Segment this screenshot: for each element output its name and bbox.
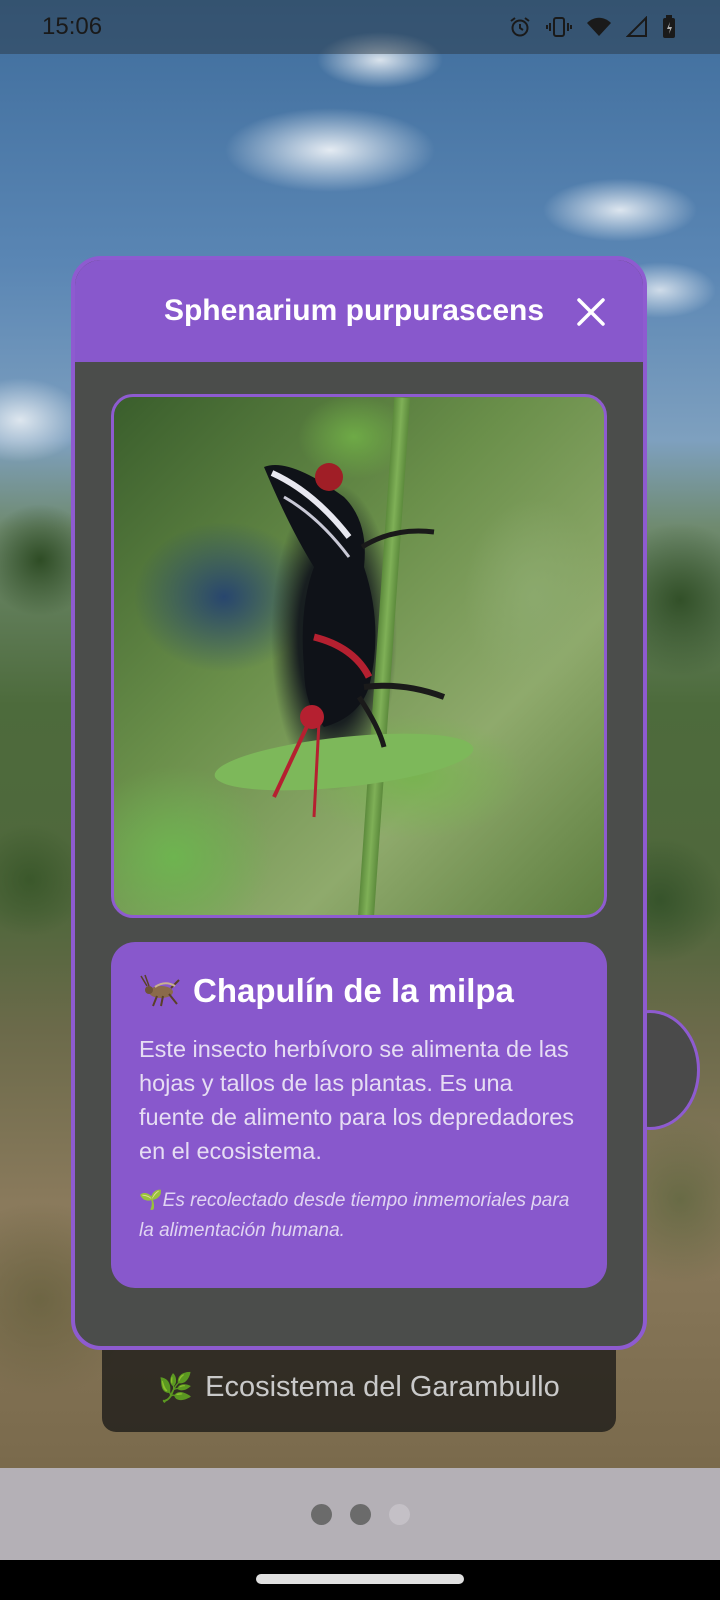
battery-icon — [663, 15, 675, 38]
status-icons — [508, 15, 676, 39]
cricket-icon — [140, 974, 180, 1007]
card-note: 🌱Es recolectado desde tiempo inmemoriale… — [139, 1186, 579, 1246]
herb-icon: 🌿 — [158, 1372, 194, 1403]
home-indicator[interactable] — [256, 1574, 464, 1584]
screen: 15:06 🌿 Ecosistema del Garambullo Sphena… — [0, 0, 720, 1600]
species-photo — [111, 394, 607, 918]
pager-bar — [0, 1468, 720, 1560]
status-time: 15:06 — [42, 13, 103, 40]
sprout-icon: 🌱 — [139, 1190, 163, 1211]
card-title: Chapulín de la milpa — [193, 972, 514, 1009]
signal-icon — [626, 16, 647, 37]
close-icon[interactable] — [575, 296, 607, 328]
pager-dot-current[interactable] — [388, 1503, 410, 1525]
card-description: Este insecto herbívoro se alimenta de la… — [139, 1036, 575, 1164]
wifi-icon — [587, 17, 611, 36]
card-note-text: Es recolectado desde tiempo inmemoriales… — [139, 1190, 570, 1241]
alarm-icon — [510, 17, 530, 37]
species-info-card: Chapulín de la milpa Este insecto herbív… — [111, 942, 607, 1288]
grasshopper-illustration — [264, 463, 446, 818]
species-dialog: Sphenarium purpurascens Chapulín de la m… — [71, 256, 647, 1350]
dialog-title: Sphenarium purpurascens — [163, 294, 545, 327]
status-bar: 15:06 — [0, 0, 720, 54]
pager-dot[interactable] — [310, 1503, 332, 1525]
dialog-header: Sphenarium purpurascens — [75, 260, 643, 362]
card-title-row: Chapulín de la milpa — [139, 972, 579, 1010]
vibrate-icon — [546, 17, 572, 37]
pager-dot[interactable] — [349, 1503, 371, 1525]
ecosystem-label-text: Ecosistema del Garambullo — [205, 1371, 560, 1403]
